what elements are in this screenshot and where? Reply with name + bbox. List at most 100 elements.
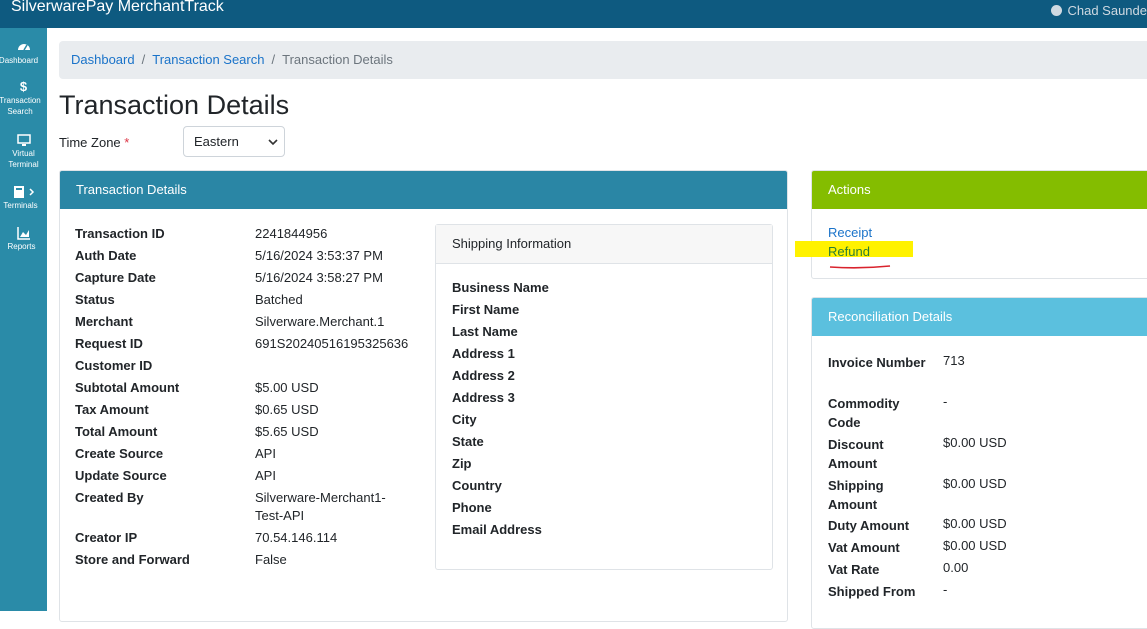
detail-value: Silverware-Merchant1- bbox=[255, 490, 386, 505]
detail-row: Request ID 691S20240516195325636 bbox=[75, 336, 409, 356]
detail-row: Transaction ID 2241844956 bbox=[75, 226, 405, 246]
reconciliation-label: Invoice Number bbox=[828, 355, 926, 370]
calculator-icon bbox=[13, 186, 34, 198]
detail-row: Customer ID bbox=[75, 358, 405, 378]
detail-label: Created By bbox=[75, 490, 144, 505]
sidebar-item-terminals[interactable]: Terminals bbox=[0, 185, 47, 211]
reconciliation-label: Vat Rate bbox=[828, 562, 880, 577]
detail-value: $0.65 USD bbox=[255, 402, 319, 417]
detail-label: Transaction ID bbox=[75, 226, 165, 241]
shipping-information-card: Shipping Information Business Name First … bbox=[435, 224, 773, 570]
detail-row: Store and Forward False bbox=[75, 552, 405, 572]
detail-row: Merchant Silverware.Merchant.1 bbox=[75, 314, 405, 334]
reconciliation-value: $0.00 USD bbox=[943, 516, 1007, 531]
shipping-field-label: City bbox=[452, 412, 477, 427]
user-circle-icon bbox=[1051, 5, 1063, 16]
reconciliation-value: 0.00 bbox=[943, 560, 969, 575]
sidebar-item-label: Dashboard bbox=[0, 56, 39, 65]
detail-label: Status bbox=[75, 292, 115, 307]
dollar-icon: $ bbox=[19, 80, 28, 94]
underline-annotation bbox=[829, 265, 891, 269]
detail-label: Tax Amount bbox=[75, 402, 149, 417]
detail-value: 691S20240516195325636 bbox=[255, 336, 409, 351]
shipping-field-label: State bbox=[452, 434, 484, 449]
reconciliation-label: Discount Amount bbox=[828, 437, 884, 471]
shipping-field-label: Country bbox=[452, 478, 502, 493]
detail-row: Created By Silverware-Merchant1- Test-API bbox=[75, 490, 405, 523]
breadcrumb-transaction-search-link[interactable]: Transaction Search bbox=[152, 52, 264, 67]
sidebar-item-transaction-search[interactable]: $ Transaction Search bbox=[0, 80, 47, 117]
user-menu[interactable]: Chad Saunde bbox=[1051, 3, 1147, 18]
timezone-value: Eastern bbox=[194, 134, 239, 149]
detail-label: Total Amount bbox=[75, 424, 158, 439]
timezone-select[interactable]: Eastern bbox=[183, 126, 285, 157]
reconciliation-label: Vat Amount bbox=[828, 540, 900, 555]
shipping-field-label: Last Name bbox=[452, 324, 518, 339]
breadcrumb-separator: / bbox=[271, 52, 276, 67]
top-navbar: SilverwarePay MerchantTrack Chad Saunde bbox=[0, 0, 1147, 28]
reconciliation-value: - bbox=[943, 582, 948, 597]
actions-header: Actions bbox=[812, 171, 1147, 209]
detail-row: Update Source API bbox=[75, 468, 405, 488]
detail-row: Auth Date 5/16/2024 3:53:37 PM bbox=[75, 248, 405, 268]
detail-row: Status Batched bbox=[75, 292, 405, 312]
sidebar-item-label: Terminals bbox=[3, 201, 38, 210]
detail-value: Batched bbox=[255, 292, 303, 307]
monitor-icon bbox=[16, 134, 31, 146]
shipping-information-header: Shipping Information bbox=[436, 225, 772, 264]
receipt-link[interactable]: Receipt bbox=[828, 225, 872, 240]
sidebar-item-reports[interactable]: Reports bbox=[0, 226, 47, 252]
detail-row: Capture Date 5/16/2024 3:58:27 PM bbox=[75, 270, 405, 290]
reconciliation-header: Reconciliation Details bbox=[812, 298, 1147, 336]
shipping-field-label: Address 1 bbox=[452, 346, 515, 361]
timezone-label-text: Time Zone bbox=[59, 135, 121, 150]
detail-label: Request ID bbox=[75, 336, 143, 351]
detail-label: Capture Date bbox=[75, 270, 156, 285]
shipping-field-label: Zip bbox=[452, 456, 472, 471]
detail-label: Merchant bbox=[75, 314, 133, 329]
reconciliation-label: Shipping Amount bbox=[828, 478, 884, 512]
required-mark: * bbox=[124, 135, 130, 150]
main-content: Dashboard / Transaction Search / Transaction… bbox=[47, 28, 1147, 629]
chart-icon bbox=[16, 227, 30, 240]
detail-value: False bbox=[255, 552, 287, 567]
reconciliation-label: Shipped From bbox=[828, 584, 916, 599]
detail-value: API bbox=[255, 468, 276, 483]
detail-row: Subtotal Amount $5.00 USD bbox=[75, 380, 405, 400]
shipping-field-label: Phone bbox=[452, 500, 492, 515]
detail-value: $5.00 USD bbox=[255, 380, 319, 395]
reconciliation-value: $0.00 USD bbox=[943, 476, 1007, 491]
detail-label: Update Source bbox=[75, 468, 167, 483]
detail-row: Create Source API bbox=[75, 446, 405, 466]
speedometer-icon bbox=[17, 44, 30, 51]
breadcrumb: Dashboard / Transaction Search / Transaction… bbox=[59, 41, 1147, 79]
detail-row: Creator IP 70.54.146.114 bbox=[75, 530, 405, 550]
detail-value: API bbox=[255, 446, 276, 461]
shipping-field-label: Address 2 bbox=[452, 368, 515, 383]
reconciliation-value: - bbox=[943, 394, 948, 409]
sidebar: Dashboard $ Transaction Search Virtual T… bbox=[0, 28, 47, 611]
reconciliation-value: $0.00 USD bbox=[943, 538, 1007, 553]
timezone-label: Time Zone * bbox=[59, 135, 129, 150]
breadcrumb-dashboard-link[interactable]: Dashboard bbox=[71, 52, 135, 67]
sidebar-item-virtual-terminal[interactable]: Virtual Terminal bbox=[0, 133, 47, 170]
detail-value: 5/16/2024 3:58:27 PM bbox=[255, 270, 383, 285]
reconciliation-value: $0.00 USD bbox=[943, 435, 1007, 450]
detail-label: Store and Forward bbox=[75, 552, 190, 567]
refund-link[interactable]: Refund bbox=[828, 244, 870, 259]
page-title: Transaction Details bbox=[59, 90, 290, 120]
detail-label: Subtotal Amount bbox=[75, 380, 180, 395]
sidebar-item-dashboard[interactable]: Dashboard bbox=[0, 40, 47, 66]
shipping-field-label: Address 3 bbox=[452, 390, 515, 405]
detail-value: 2241844956 bbox=[255, 226, 328, 241]
detail-value: $5.65 USD bbox=[255, 424, 319, 439]
transaction-details-header: Transaction Details bbox=[60, 171, 787, 209]
detail-value: 70.54.146.114 bbox=[255, 530, 338, 545]
sidebar-item-label: Virtual Terminal bbox=[8, 149, 39, 169]
detail-label: Create Source bbox=[75, 446, 164, 461]
app-title[interactable]: SilverwarePay MerchantTrack bbox=[11, 0, 224, 16]
detail-value: Silverware.Merchant.1 bbox=[255, 314, 385, 329]
shipping-field-label: First Name bbox=[452, 302, 520, 317]
shipping-field-label: Email Address bbox=[452, 522, 542, 537]
detail-value-line2: Test-API bbox=[255, 508, 305, 523]
